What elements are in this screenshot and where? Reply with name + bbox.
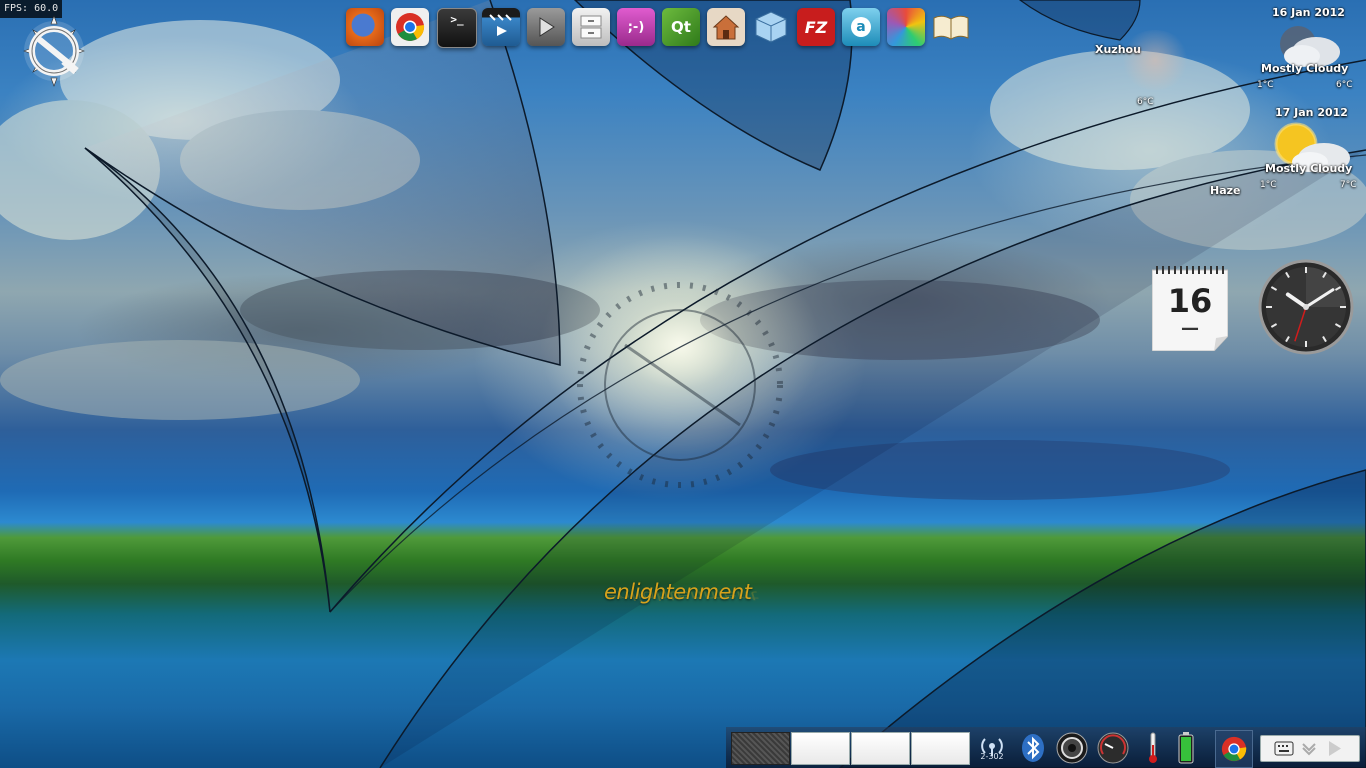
pager-desk-3[interactable] <box>851 732 910 765</box>
desktop-wallpaper: enlightenment enlightenment <box>0 0 1366 768</box>
weather-day1-condition: Mostly Cloudy <box>1261 62 1349 75</box>
play-icon <box>539 17 555 37</box>
launcher-dictionary[interactable] <box>932 8 970 46</box>
launcher-house-app[interactable] <box>707 8 745 46</box>
clapperboard-icon <box>489 14 512 36</box>
launcher-chat-client[interactable]: a <box>842 8 880 46</box>
wallpaper-logo-reflection: enlightenment <box>604 588 758 603</box>
weather-city-temp: 6°C <box>1137 97 1154 107</box>
tray-cpufreq[interactable] <box>1096 730 1130 766</box>
weather-day2-date: 17 Jan 2012 <box>1275 106 1348 119</box>
pager-desk-1[interactable] <box>731 732 790 765</box>
weather-day2-condition: Mostly Cloudy <box>1265 162 1353 175</box>
keyboard-icon[interactable] <box>1261 736 1359 761</box>
filezilla-icon: FZ <box>804 17 828 37</box>
launcher-messenger[interactable]: ;-) <box>617 8 655 46</box>
tray-network-label: 2-302 <box>980 752 1004 761</box>
tray-battery[interactable] <box>1169 730 1203 766</box>
weather-day1-low: 1°C <box>1257 80 1274 90</box>
analog-clock[interactable] <box>1258 259 1354 355</box>
pager-desk-2[interactable] <box>791 732 850 765</box>
terminal-icon: >_ <box>450 13 464 26</box>
cpufreq-icon <box>1097 732 1129 764</box>
cabinet-icon <box>580 15 602 39</box>
tray-temperature[interactable] <box>1136 730 1170 766</box>
clock-face-icon <box>1258 259 1354 355</box>
bluetooth-icon <box>1022 734 1044 762</box>
calendar-day: 16 <box>1167 282 1213 320</box>
launcher-video-editor[interactable] <box>482 8 520 46</box>
wallpaper-curves <box>0 0 1366 768</box>
launcher-chrome[interactable] <box>391 8 429 46</box>
temperature-icon <box>1149 732 1157 763</box>
qt-icon: Qt <box>671 18 691 36</box>
chrome-icon <box>396 13 425 41</box>
launcher-virtualbox[interactable] <box>752 8 790 46</box>
tray-bluetooth[interactable] <box>1016 730 1050 766</box>
weather-city-haze-icon <box>1120 30 1190 90</box>
search-chat-icon: a <box>851 17 871 37</box>
launcher-filezilla[interactable]: FZ <box>797 8 835 46</box>
launcher-firefox[interactable] <box>346 8 384 46</box>
systray-box <box>1260 735 1360 762</box>
main-menu-button[interactable] <box>22 14 86 96</box>
tray-chrome-window[interactable] <box>1215 730 1253 768</box>
launcher-terminal[interactable]: >_ <box>437 8 477 48</box>
launcher-paint[interactable] <box>887 8 925 46</box>
book-icon <box>933 15 969 40</box>
chrome-tray-icon <box>1221 736 1247 762</box>
cube-icon <box>755 11 787 43</box>
enlightenment-logo-icon <box>23 15 85 87</box>
weather-day1-date: 16 Jan 2012 <box>1272 6 1345 19</box>
launcher-qt-creator[interactable]: Qt <box>662 8 700 46</box>
weather-day1-high: 6°C <box>1336 80 1353 90</box>
calendar-month-dash: — <box>1181 318 1199 339</box>
calendar-gadget[interactable]: 16 — <box>1152 264 1228 351</box>
house-icon <box>712 15 740 40</box>
launcher-media-player[interactable] <box>527 8 565 46</box>
battery-icon <box>1178 732 1194 764</box>
mixer-icon <box>1056 732 1088 764</box>
smiley-chat-icon: ;-) <box>627 19 645 35</box>
weather-city2-condition: Haze <box>1210 184 1241 197</box>
weather-day2-low: 1°C <box>1260 180 1277 190</box>
pager-desk-4[interactable] <box>911 732 970 765</box>
weather-day2-high: 7°C <box>1340 180 1357 190</box>
launcher-file-manager[interactable] <box>572 8 610 46</box>
tray-mixer[interactable] <box>1055 730 1089 766</box>
